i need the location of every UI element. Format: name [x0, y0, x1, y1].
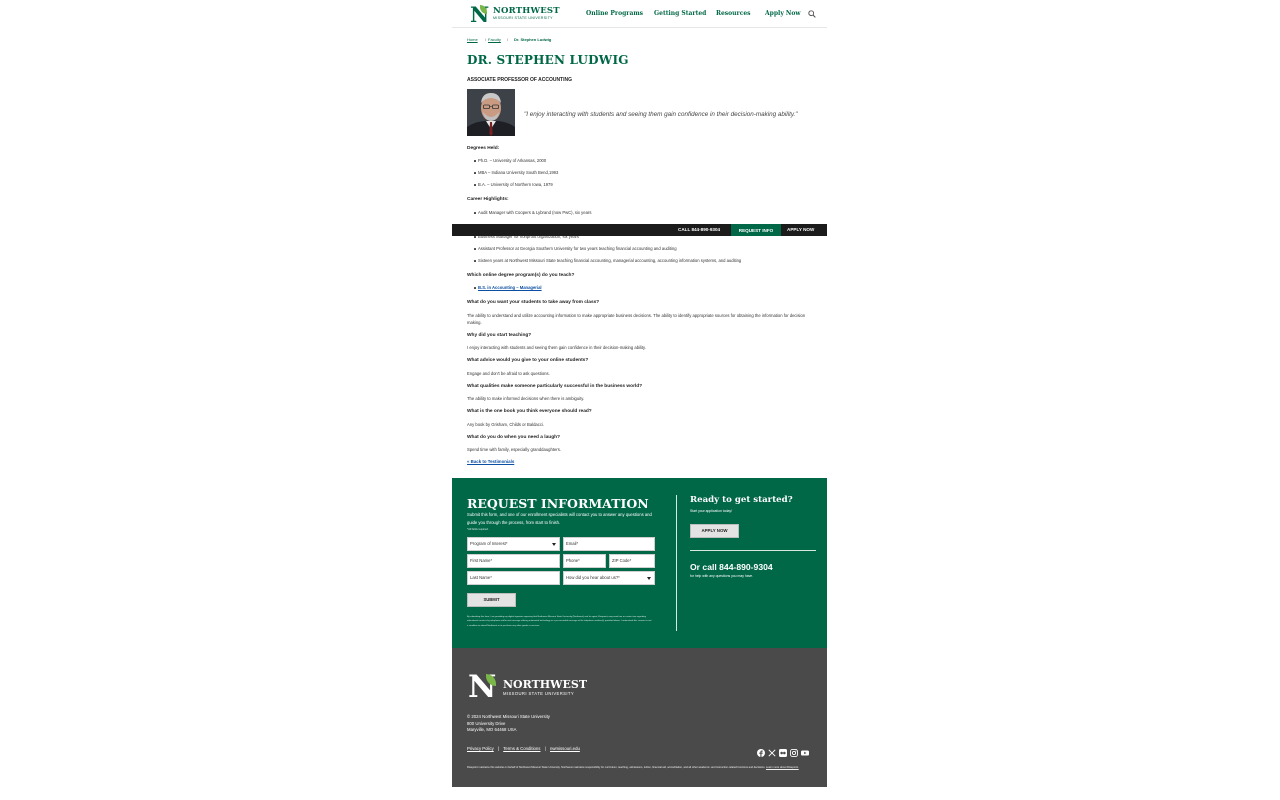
privacy-policy-link[interactable]: Privacy Policy — [467, 746, 494, 751]
breadcrumb-current: Dr. Stephen Ludwig — [514, 37, 552, 42]
site-footer: N NORTHWEST MISSOURI STATE UNIVERSITY © … — [452, 648, 827, 787]
request-info-description: Submit this form, and one of our enrollm… — [467, 512, 652, 525]
terms-link[interactable]: Terms & Conditions — [503, 746, 540, 751]
back-to-testimonials-link[interactable]: « Back to Testimonials — [467, 459, 514, 464]
answer: Engage and don't be afraid to ask questi… — [467, 371, 550, 376]
site-logo[interactable]: N NORTHWEST MISSOURI STATE UNIVERSITY — [469, 3, 560, 25]
address-line: Maryville, MO 64468 USA — [467, 727, 517, 732]
ready-subtitle: Start your application today! — [690, 509, 733, 513]
search-icon[interactable] — [808, 10, 816, 18]
heard-about-select[interactable]: How did you hear about us?* — [563, 571, 655, 585]
x-icon[interactable] — [768, 744, 776, 757]
apply-now-button[interactable]: APPLY NOW — [690, 524, 739, 538]
footer-logo[interactable]: N NORTHWEST MISSOURI STATE UNIVERSITY — [467, 669, 588, 705]
logo-mark-icon: N — [470, 1, 490, 27]
flickr-icon[interactable] — [779, 744, 787, 757]
request-info-title: REQUEST INFORMATION — [467, 496, 649, 511]
footer-address: © 2024 Northwest Missouri State Universi… — [467, 714, 550, 734]
facebook-icon[interactable] — [757, 744, 765, 757]
program-select[interactable]: Program of Interest* — [467, 537, 560, 551]
logo-mark-icon: N — [468, 669, 497, 705]
logo-subtitle: MISSOURI STATE UNIVERSITY — [493, 16, 553, 20]
request-info-section: REQUEST INFORMATION Submit this form, an… — [452, 478, 827, 648]
divider — [690, 550, 816, 551]
youtube-icon[interactable] — [801, 744, 809, 756]
degrees-heading: Degrees Held: — [467, 146, 500, 151]
nav-getting-started[interactable]: Getting Started — [654, 10, 706, 17]
risepoint-link[interactable]: Learn more about Risepoint. — [766, 766, 799, 769]
chevron-down-icon — [647, 577, 651, 580]
profile-photo — [467, 89, 515, 136]
ready-title: Ready to get started? — [690, 495, 793, 505]
social-links — [757, 744, 809, 757]
site-header: N NORTHWEST MISSOURI STATE UNIVERSITY On… — [452, 0, 827, 28]
question: What do you do when you need a laugh? — [467, 435, 561, 440]
submit-button[interactable]: SUBMIT — [467, 593, 516, 607]
nav-resources[interactable]: Resources — [716, 10, 751, 17]
zip-field[interactable]: ZIP Code* — [609, 554, 655, 568]
email-field[interactable]: Email* — [563, 537, 655, 551]
degree-item: B.A. – University of Northern Iowa, 1979 — [474, 182, 553, 187]
instagram-icon[interactable] — [790, 744, 798, 757]
footer-legal: Risepoint maintains this website on beha… — [467, 766, 799, 769]
footer-logo-title: NORTHWEST — [503, 677, 588, 691]
program-link[interactable]: B.S. in Accounting – Managerial — [474, 285, 542, 290]
nav-online-programs[interactable]: Online Programs — [586, 10, 643, 17]
page-title: DR. STEPHEN LUDWIG — [467, 53, 629, 67]
answer: I enjoy interacting with students and se… — [467, 345, 646, 350]
link-separator: | — [497, 746, 500, 751]
phone-field[interactable]: Phone* — [563, 554, 606, 568]
career-item: Assistant Professor at Georgia Southern … — [474, 246, 677, 251]
sticky-cta-bar: CALL 844-890-9304 REQUEST INFO APPLY NOW — [452, 224, 827, 236]
nav-apply-now[interactable]: Apply Now — [765, 10, 801, 17]
last-name-field[interactable]: Last Name* — [467, 571, 560, 585]
link-separator: | — [544, 746, 546, 751]
question: What is the one book you think everyone … — [467, 409, 592, 414]
answer: The ability to make informed decisions w… — [467, 396, 585, 401]
question: Which online degree program(s) do you te… — [467, 273, 575, 278]
career-item: Sixteen years at Northwest Missouri Stat… — [473, 258, 742, 263]
copyright: © 2024 Northwest Missouri State Universi… — [467, 714, 550, 719]
question: What qualities make someone particularly… — [467, 384, 643, 389]
question: What advice would you give to your onlin… — [467, 358, 589, 363]
footer-links: Privacy Policy | Terms & Conditions | nw… — [467, 746, 580, 751]
profile-title: ASSOCIATE PROFESSOR OF ACCOUNTING — [467, 77, 573, 83]
answer: The ability to understand and utilize ac… — [467, 313, 806, 325]
breadcrumb-separator: / — [507, 37, 509, 42]
page: N NORTHWEST MISSOURI STATE UNIVERSITY On… — [452, 0, 827, 787]
call-phone-link[interactable]: Or call 844-890-9304 — [690, 562, 773, 572]
breadcrumb-separator: / — [485, 37, 487, 42]
request-info-button[interactable]: REQUEST INFO — [731, 224, 781, 236]
first-name-field[interactable]: First Name* — [467, 554, 560, 568]
breadcrumb-faculty[interactable]: Faculty — [488, 37, 501, 42]
consent-text: By submitting this form, I am providing … — [467, 616, 652, 627]
divider — [676, 495, 677, 631]
footer-logo-subtitle: MISSOURI STATE UNIVERSITY — [503, 690, 575, 696]
apply-now-button[interactable]: APPLY NOW — [787, 227, 814, 232]
question: Why did you start teaching? — [467, 333, 532, 338]
profile-quote: "I enjoy interacting with students and s… — [524, 111, 798, 118]
answer: Any book by Grisham, Childs or Baldacci. — [467, 422, 545, 427]
call-button[interactable]: CALL 844-890-9304 — [678, 227, 720, 232]
question: What do you want your students to take a… — [467, 300, 600, 305]
logo-title: NORTHWEST — [493, 6, 560, 16]
chevron-down-icon — [552, 543, 556, 546]
breadcrumb-home[interactable]: Home — [467, 37, 478, 42]
degree-item: MBA – Indiana University South Bend,1993 — [473, 170, 559, 175]
degree-item: Ph.D. – University of Arkansas, 2000 — [473, 158, 547, 163]
required-note: *All fields required. — [467, 528, 489, 531]
career-item: Audit Manager with Coopers & Lybrand (no… — [473, 210, 592, 215]
career-heading: Career Highlights: — [467, 197, 509, 202]
call-help-text: for help with any questions you may have… — [690, 574, 754, 578]
answer: Spend time with family, especially grand… — [467, 447, 561, 452]
nwmissouri-link[interactable]: nwmissouri.edu — [550, 746, 580, 751]
